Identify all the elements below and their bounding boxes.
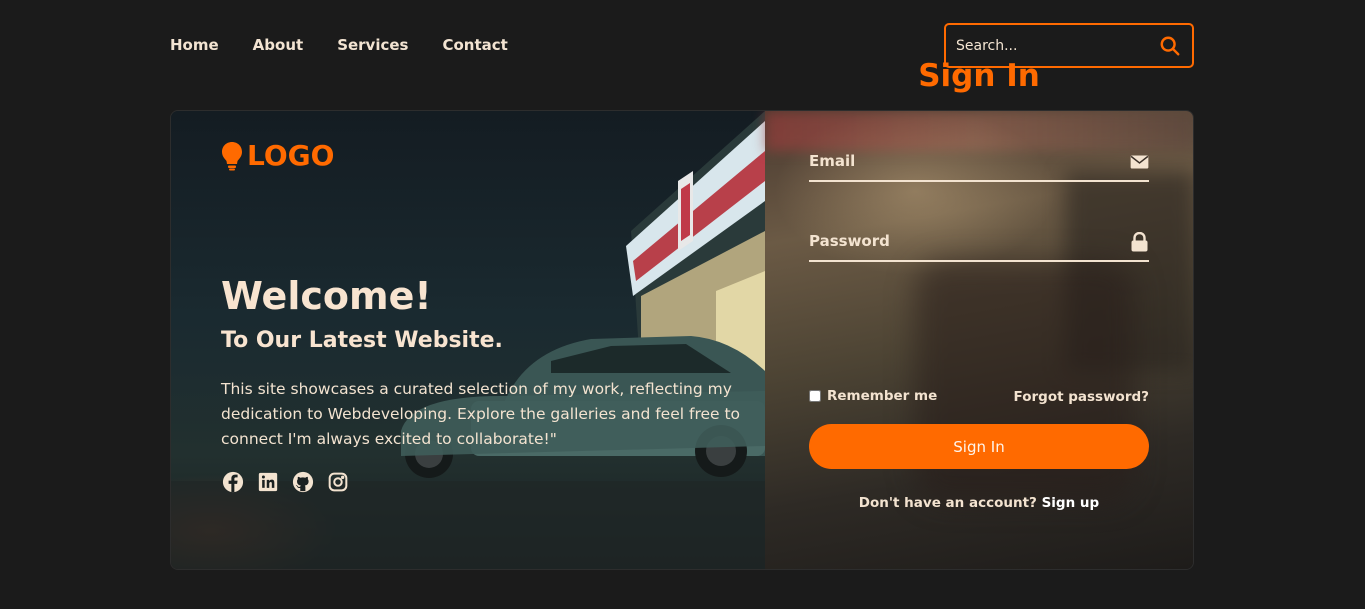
lightbulb-icon [222,141,242,170]
forgot-password-link[interactable]: Forgot password? [970,389,1149,405]
sign-up-link[interactable]: Sign up [1042,495,1100,511]
social-links [221,470,349,493]
email-input[interactable] [809,142,1109,180]
search-input[interactable] [956,37,1158,54]
nav-about[interactable]: About [253,36,304,54]
linkedin-icon[interactable] [256,470,279,493]
lock-icon [1129,232,1149,252]
nav-contact[interactable]: Contact [442,36,507,54]
password-input[interactable] [809,222,1109,260]
nav-home[interactable]: Home [170,36,219,54]
welcome-title: Welcome! [221,274,432,318]
signup-prompt-text: Don't have an account? [858,495,1037,511]
top-nav: Home About Services Contact [170,36,542,54]
remember-me[interactable]: Remember me [809,388,937,404]
password-field [809,222,1149,262]
envelope-icon [1129,152,1149,172]
hero-panel: LOGO Welcome! To Our Latest Website. Thi… [171,111,765,569]
signup-prompt: Don't have an account? Sign up [764,495,1194,511]
search-icon[interactable] [1158,34,1182,58]
facebook-icon[interactable] [221,470,244,493]
nav-services[interactable]: Services [337,36,408,54]
welcome-description: This site showcases a curated selection … [221,380,741,448]
welcome-subtitle: To Our Latest Website. [221,328,503,353]
instagram-icon[interactable] [326,470,349,493]
sign-in-button[interactable]: Sign In [809,424,1149,469]
remember-label: Remember me [827,388,938,404]
logo[interactable]: LOGO [221,139,334,172]
logo-text: LOGO [247,139,335,172]
remember-checkbox[interactable] [809,390,821,402]
email-field [809,142,1149,182]
github-icon[interactable] [291,470,314,493]
sign-in-title: Sign In [918,58,1040,94]
